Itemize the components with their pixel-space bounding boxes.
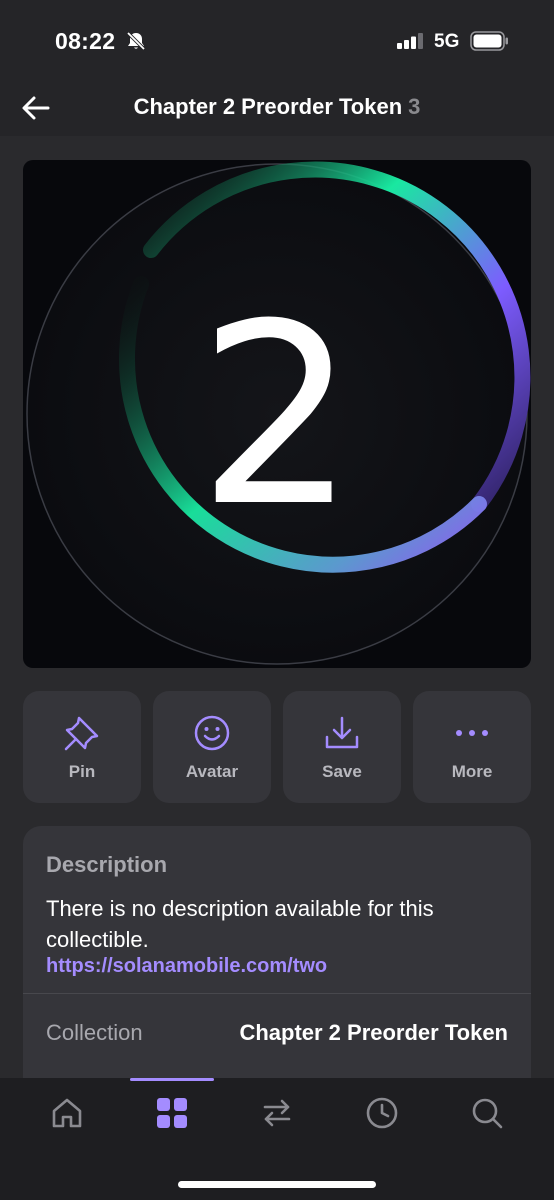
pin-label: Pin	[68, 762, 96, 781]
tab-home[interactable]	[37, 1096, 97, 1140]
avatar-label: Avatar	[185, 762, 239, 781]
pin-icon	[23, 713, 141, 753]
top-app-bar: Chapter 2 Preorder Token 3	[0, 80, 554, 136]
token-numeral: 2	[197, 270, 356, 561]
active-tab-indicator	[130, 1078, 214, 1081]
download-icon	[283, 713, 401, 753]
network-type: 5G	[434, 31, 460, 52]
description-heading: Description	[46, 852, 168, 877]
home-icon	[52, 1098, 82, 1128]
details-card: Description There is no description avai…	[23, 826, 531, 1106]
save-button[interactable]: Save	[283, 691, 401, 803]
save-label: Save	[322, 762, 362, 781]
title-text: Chapter 2 Preorder Token	[133, 94, 403, 119]
more-button[interactable]: More	[413, 691, 531, 803]
tab-collectibles[interactable]	[142, 1096, 202, 1140]
bell-muted-icon	[125, 31, 147, 56]
smiley-icon	[153, 713, 271, 753]
clock-icon	[366, 1097, 398, 1129]
tab-swap[interactable]	[247, 1096, 307, 1140]
search-icon	[472, 1098, 503, 1129]
description-text: There is no description available for th…	[46, 896, 434, 952]
page-title: Chapter 2 Preorder Token 3	[0, 94, 554, 120]
status-bar: 08:22 5G	[0, 0, 554, 80]
avatar-button[interactable]: Avatar	[153, 691, 271, 803]
token-artwork: 2	[26, 161, 531, 665]
tab-activity[interactable]	[352, 1096, 412, 1140]
action-row: Pin Avatar Save More	[23, 691, 531, 803]
collection-label: Collection	[46, 1020, 143, 1045]
ellipsis-icon	[413, 713, 531, 753]
description-link[interactable]: https://solanamobile.com/two	[46, 955, 327, 978]
grid-icon	[157, 1098, 187, 1128]
signal-icon	[397, 33, 425, 54]
home-indicator[interactable]	[178, 1181, 376, 1188]
battery-icon	[470, 31, 510, 56]
divider	[23, 993, 531, 994]
pin-button[interactable]: Pin	[23, 691, 141, 803]
status-time: 08:22	[55, 28, 116, 54]
title-count: 3	[408, 94, 421, 119]
more-label: More	[451, 762, 493, 781]
tab-search[interactable]	[457, 1096, 517, 1140]
collection-value[interactable]: Chapter 2 Preorder Token	[239, 1020, 508, 1046]
collectible-image[interactable]: 2	[23, 160, 531, 668]
swap-icon	[263, 1099, 291, 1127]
